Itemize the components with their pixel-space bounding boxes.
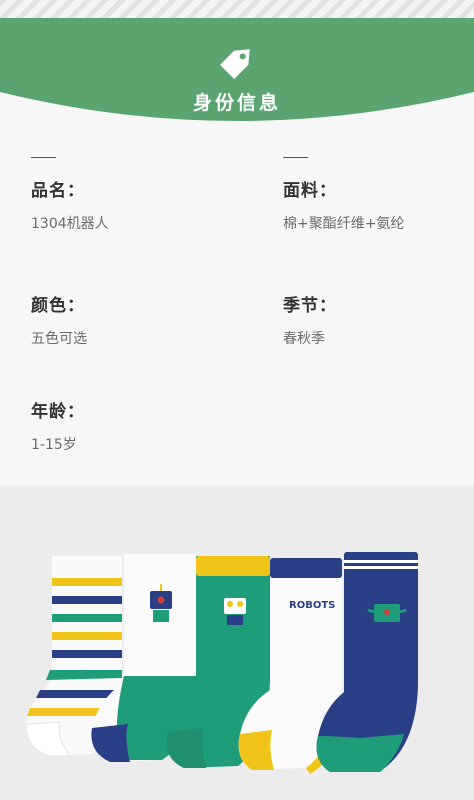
field-fabric: 面料： 棉+聚酯纤维+氨纶 [283, 157, 474, 233]
field-age: 年龄： 1-15岁 [31, 397, 231, 454]
field-value: 1-15岁 [31, 437, 77, 453]
sock-text: ROBOTS [289, 600, 335, 611]
field-label: 品名： [31, 181, 85, 201]
header-title: 身份信息 [192, 92, 281, 114]
product-photo: ROBOTS [0, 486, 474, 800]
field-value: 棉+聚酯纤维+氨纶 [283, 216, 405, 232]
robot-icon [224, 598, 246, 625]
field-label: 颜色： [31, 296, 85, 316]
field-value: 五色可选 [31, 331, 87, 347]
field-value: 1304机器人 [31, 216, 109, 232]
socks-illustration: ROBOTS [0, 486, 474, 800]
field-divider [31, 157, 56, 158]
field-season: 季节： 春秋季 [283, 291, 474, 348]
field-divider [283, 157, 308, 158]
field-product-name: 品名： 1304机器人 [31, 157, 231, 233]
field-label: 季节： [283, 296, 337, 316]
field-label: 面料： [283, 181, 337, 201]
field-value: 春秋季 [283, 331, 325, 347]
field-label: 年龄： [31, 402, 85, 422]
info-section: 品名： 1304机器人 面料： 棉+聚酯纤维+氨纶 颜色： 五色可选 季节： 春… [0, 130, 474, 486]
field-color: 颜色： 五色可选 [31, 291, 231, 348]
header-banner: 身份信息 [0, 0, 474, 130]
